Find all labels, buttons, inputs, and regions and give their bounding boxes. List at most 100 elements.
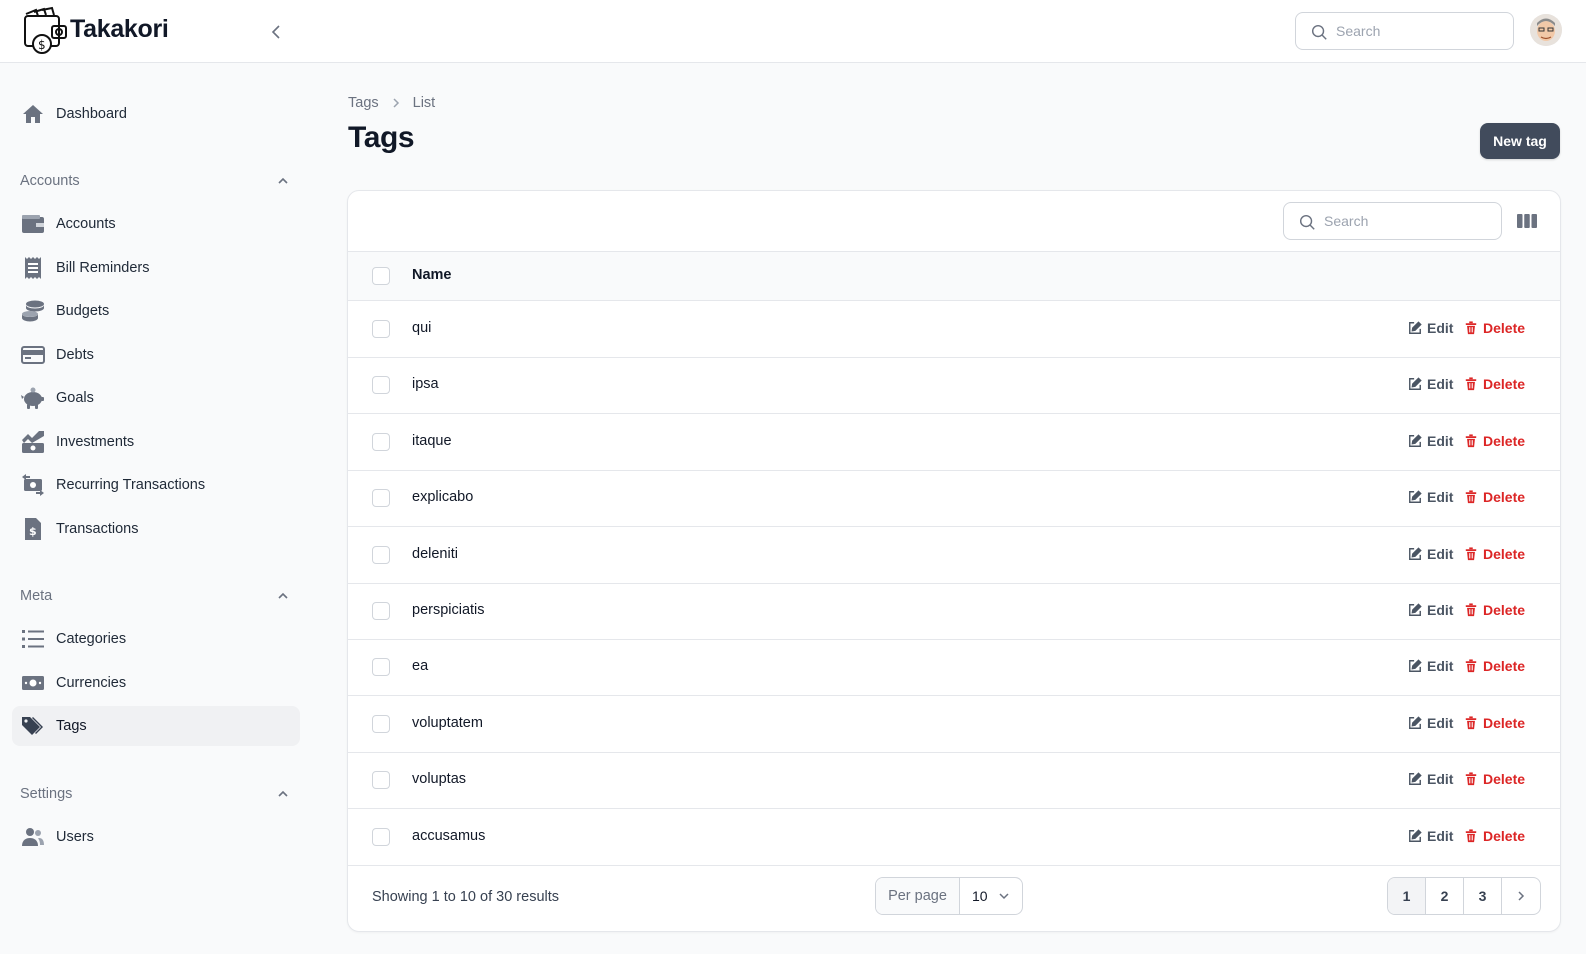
global-search-input[interactable] [1336, 13, 1506, 49]
sidebar-item-debts[interactable]: Debts [12, 335, 300, 375]
edit-button[interactable]: Edit [1408, 828, 1453, 844]
row-checkbox[interactable] [372, 432, 390, 451]
delete-button[interactable]: Delete [1464, 771, 1525, 787]
next-page-button[interactable] [1502, 878, 1540, 914]
row-checkbox[interactable] [372, 771, 390, 790]
brand-name: Takakori [70, 15, 169, 43]
trash-icon [1465, 716, 1477, 729]
edit-button[interactable]: Edit [1408, 320, 1453, 336]
page-button-1[interactable]: 1 [1388, 878, 1426, 914]
credit-card-icon [20, 342, 46, 368]
list-icon [20, 626, 46, 652]
delete-button[interactable]: Delete [1464, 546, 1525, 562]
edit-button[interactable]: Edit [1408, 658, 1453, 674]
sidebar-item-accounts[interactable]: Accounts [12, 204, 300, 244]
sidebar-item-label: Currencies [56, 675, 127, 691]
row-checkbox[interactable] [372, 827, 390, 846]
collapse-sidebar-button[interactable] [264, 19, 290, 45]
group-accounts-toggle[interactable]: Accounts [20, 170, 290, 192]
delete-button[interactable]: Delete [1464, 320, 1525, 336]
select-all-checkbox[interactable] [372, 267, 390, 285]
row-checkbox[interactable] [372, 714, 390, 733]
sidebar-item-recurring-transactions[interactable]: Recurring Transactions [12, 465, 300, 505]
row-checkbox[interactable] [372, 602, 390, 620]
sidebar-item-tags[interactable]: Tags [12, 706, 300, 746]
tag-name-cell: ipsa [412, 376, 439, 393]
row-checkbox[interactable] [372, 320, 390, 338]
delete-button[interactable]: Delete [1464, 376, 1525, 392]
chart-up-icon [20, 429, 46, 455]
trash-icon [1465, 659, 1477, 673]
sidebar-item-dashboard[interactable]: Dashboard [12, 94, 300, 134]
sidebar-item-label: Categories [56, 631, 127, 647]
sidebar-item-goals[interactable]: Goals [12, 378, 300, 418]
per-page-select[interactable]: 10 [960, 878, 1022, 914]
edit-button[interactable]: Edit [1408, 715, 1453, 731]
table-row: ea Edit Delete [348, 639, 1560, 697]
table-search[interactable] [1283, 202, 1502, 240]
sidebar-item-bill-reminders[interactable]: Bill Reminders [12, 248, 300, 288]
delete-button[interactable]: Delete [1464, 489, 1525, 505]
column-header-name[interactable]: Name [412, 267, 452, 283]
edit-button[interactable]: Edit [1408, 489, 1453, 505]
delete-button[interactable]: Delete [1464, 433, 1525, 449]
edit-button[interactable]: Edit [1408, 433, 1453, 449]
edit-label: Edit [1427, 602, 1454, 618]
sidebar-item-transactions[interactable]: $ Transactions [12, 509, 300, 549]
chevron-right-icon [1518, 891, 1525, 901]
tag-name-cell: perspiciatis [412, 602, 485, 618]
table-header: Name [348, 252, 1560, 301]
sidebar-item-investments[interactable]: Investments [12, 422, 300, 462]
sidebar-item-users[interactable]: Users [12, 817, 300, 857]
edit-button[interactable]: Edit [1408, 602, 1453, 618]
delete-label: Delete [1483, 771, 1526, 788]
table-toolbar [348, 191, 1560, 252]
sidebar-item-label: Investments [56, 434, 135, 450]
page-button-3[interactable]: 3 [1464, 878, 1502, 914]
delete-label: Delete [1483, 376, 1526, 393]
trash-icon [1465, 603, 1477, 617]
table-row: perspiciatis Edit Delete [348, 583, 1560, 640]
sidebar-item-label: Goals [56, 390, 94, 406]
table-row: explicabo Edit Delete [348, 470, 1560, 528]
delete-button[interactable]: Delete [1464, 658, 1525, 674]
column-toggle-button[interactable] [1515, 210, 1539, 232]
row-checkbox[interactable] [372, 545, 390, 564]
group-settings-toggle[interactable]: Settings [20, 783, 290, 805]
avatar[interactable] [1530, 14, 1562, 46]
pagination: 1 2 3 [1387, 877, 1541, 915]
sidebar-item-categories[interactable]: Categories [12, 619, 300, 659]
edit-label: Edit [1427, 432, 1454, 449]
edit-button[interactable]: Edit [1408, 546, 1453, 562]
page-button-2[interactable]: 2 [1426, 878, 1464, 914]
delete-button[interactable]: Delete [1464, 602, 1525, 618]
results-summary: Showing 1 to 10 of 30 results [372, 889, 560, 905]
sidebar-item-budgets[interactable]: Budgets [12, 291, 300, 331]
table-row: voluptas Edit Delete [348, 752, 1560, 810]
table-search-input[interactable] [1324, 203, 1494, 239]
group-meta-toggle[interactable]: Meta [20, 585, 290, 607]
new-tag-button[interactable]: New tag [1480, 123, 1560, 159]
tags-table: Name qui Edit Delete ipsa Edit Delete itaque Ed… [347, 190, 1561, 932]
delete-label: Delete [1483, 827, 1526, 844]
breadcrumb-link-tags[interactable]: Tags [348, 95, 379, 111]
delete-label: Delete [1483, 658, 1526, 675]
tag-name-cell: ea [412, 658, 429, 675]
row-checkbox[interactable] [372, 489, 390, 508]
svg-text:$: $ [29, 525, 37, 538]
delete-label: Delete [1483, 545, 1526, 562]
trash-icon [1465, 321, 1477, 335]
edit-button[interactable]: Edit [1408, 376, 1453, 392]
tag-name-cell: explicabo [412, 489, 474, 506]
sidebar-item-currencies[interactable]: Currencies [12, 663, 300, 703]
row-checkbox[interactable] [372, 376, 390, 395]
chevron-right-icon [391, 98, 401, 108]
row-checkbox[interactable] [372, 658, 390, 677]
sidebar-item-label: Users [56, 829, 94, 845]
chevron-up-icon [278, 177, 288, 184]
delete-button[interactable]: Delete [1464, 828, 1525, 844]
edit-icon [1409, 716, 1422, 729]
global-search[interactable] [1295, 12, 1514, 50]
delete-button[interactable]: Delete [1464, 715, 1525, 731]
edit-button[interactable]: Edit [1408, 771, 1453, 787]
